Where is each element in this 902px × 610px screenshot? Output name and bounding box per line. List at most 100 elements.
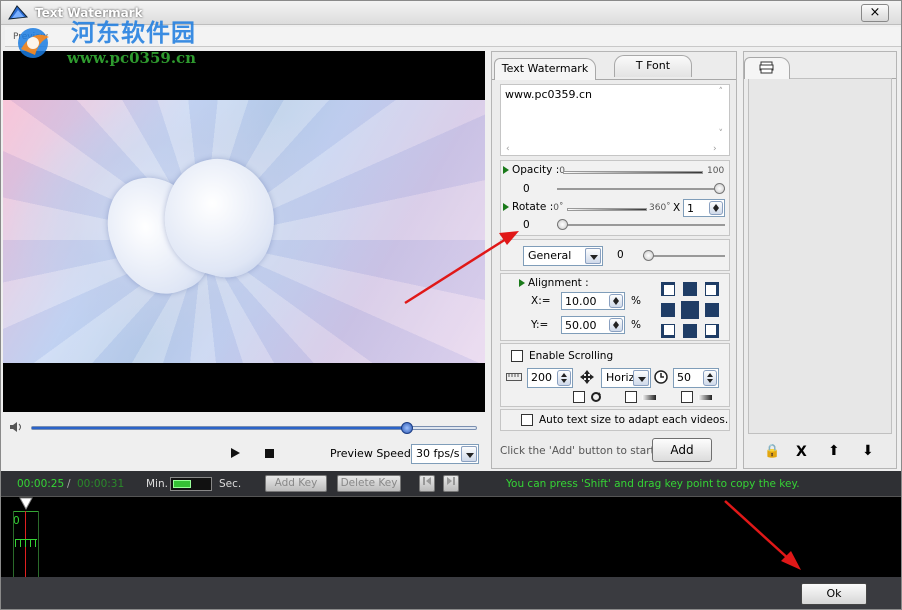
loop-checkbox[interactable] xyxy=(573,391,585,403)
watermark-list[interactable] xyxy=(748,78,892,434)
opacity-slider-thumb[interactable] xyxy=(714,183,725,194)
timeline-toolbar: 00:00:25 / 00:00:31 Min. Sec. Add Key De… xyxy=(1,471,901,497)
rotate-slider-thumb[interactable] xyxy=(557,219,568,230)
track-edge-left xyxy=(13,511,14,577)
rotate-label-text: Rotate xyxy=(512,201,547,213)
fade-right-icon xyxy=(698,395,712,400)
rotate-multiplier-sign: X xyxy=(673,202,681,214)
stepper-arrows-icon[interactable] xyxy=(609,294,623,308)
effect-slider[interactable] xyxy=(643,255,725,257)
lock-icon[interactable]: 🔒 xyxy=(764,444,780,459)
scroll-down-icon[interactable]: ˅ xyxy=(719,129,724,139)
align-x-label: X:= xyxy=(531,295,551,307)
effect-select[interactable]: General xyxy=(523,246,603,266)
stepper-arrows-icon[interactable] xyxy=(609,318,623,332)
rotate-multiplier-stepper[interactable]: 1 xyxy=(683,199,725,217)
rotate-slider[interactable] xyxy=(557,224,725,226)
effect-select-value: General xyxy=(528,249,572,262)
text-watermark-window: Text Watermark × Preview Preview Speed: … xyxy=(0,0,902,610)
opacity-label-text: Opacity xyxy=(512,164,553,176)
scroll-right-icon[interactable]: › xyxy=(713,144,717,154)
volume-icon[interactable] xyxy=(9,421,23,433)
stepper-arrows-icon[interactable] xyxy=(557,370,571,386)
seek-thumb[interactable] xyxy=(400,422,413,434)
move-up-icon[interactable]: ⬆ xyxy=(828,443,840,459)
watermark-list-panel: 🔒 X ⬆ ⬇ xyxy=(743,51,897,469)
add-key-button[interactable]: Add Key xyxy=(265,475,327,492)
prev-key-icon[interactable] xyxy=(419,475,435,492)
opacity-slider[interactable] xyxy=(557,188,725,190)
ok-button[interactable]: Ok xyxy=(801,583,867,605)
align-top-left-icon[interactable] xyxy=(661,282,675,296)
watermark-text-input[interactable]: www.pc0359.cn ‹ › ˄ ˅ xyxy=(500,84,730,156)
chevron-down-icon[interactable] xyxy=(585,248,601,264)
preview-speed-label: Preview Speed: xyxy=(330,447,415,460)
video-frame-image xyxy=(3,100,485,363)
playhead-marker[interactable] xyxy=(19,497,33,511)
rotate-multiplier-value: 1 xyxy=(687,202,694,215)
alignment-section: Alignment : X:= 10.00 % Y:= 50.00 % xyxy=(500,273,730,341)
add-hint: Click the 'Add' button to start -> xyxy=(500,445,671,457)
zoom-slider[interactable] xyxy=(170,477,212,491)
scroll-speed-stepper[interactable]: 50 xyxy=(673,368,719,388)
close-button[interactable]: × xyxy=(861,4,889,22)
stepper-arrows-icon[interactable] xyxy=(703,370,717,386)
next-key-icon[interactable] xyxy=(443,475,459,492)
expand-arrow-icon xyxy=(503,203,509,211)
keyframe-timeline[interactable]: 00:00:25 / 00:00:31 Min. Sec. Add Key De… xyxy=(1,471,901,577)
align-bottom-center-icon[interactable] xyxy=(683,324,697,338)
move-down-icon[interactable]: ⬇ xyxy=(862,443,874,459)
stop-icon[interactable] xyxy=(265,449,274,458)
align-x-stepper[interactable]: 10.00 xyxy=(561,292,625,310)
enable-scrolling-checkbox[interactable] xyxy=(511,350,523,362)
play-icon[interactable] xyxy=(231,448,240,458)
video-preview[interactable] xyxy=(3,51,485,412)
clock-icon xyxy=(654,370,668,384)
align-middle-left-icon[interactable] xyxy=(661,303,675,317)
preview-speed-select[interactable]: 30 fps/s xyxy=(411,444,479,464)
zoom-slider-fill xyxy=(173,480,191,488)
total-time: 00:00:31 xyxy=(77,478,125,490)
add-button[interactable]: Add xyxy=(652,438,712,462)
effect-slider-thumb[interactable] xyxy=(643,250,654,261)
chevron-down-icon[interactable] xyxy=(461,446,477,462)
chevron-down-icon[interactable] xyxy=(633,370,649,386)
seek-fill xyxy=(32,427,407,429)
delete-key-button[interactable]: Delete Key xyxy=(337,475,401,492)
scroll-left-icon[interactable]: ‹ xyxy=(506,144,510,154)
delete-icon[interactable]: X xyxy=(796,444,807,460)
seek-slider[interactable] xyxy=(31,422,477,434)
align-bottom-right-icon[interactable] xyxy=(705,324,719,338)
alignment-grid xyxy=(661,282,719,338)
tab-list[interactable] xyxy=(744,57,790,79)
scroll-direction-select[interactable]: Horiz xyxy=(601,368,651,388)
auto-size-checkbox[interactable] xyxy=(521,414,533,426)
rotate-min: 0˚ xyxy=(553,203,564,213)
preview-speed-value: 30 fps/s xyxy=(416,447,460,460)
fade-left-icon xyxy=(642,395,656,400)
current-time: 00:00:25 xyxy=(17,478,65,490)
align-top-right-icon[interactable] xyxy=(705,282,719,296)
track-edge-right xyxy=(38,511,39,577)
scroll-distance-stepper[interactable]: 200 xyxy=(527,368,573,388)
tab-font[interactable]: T Font xyxy=(614,55,692,77)
time-separator: / xyxy=(67,478,71,490)
sec-label: Sec. xyxy=(219,478,242,490)
tab-text-watermark[interactable]: Text Watermark xyxy=(494,58,596,80)
align-middle-right-icon[interactable] xyxy=(705,303,719,317)
watermark-text-value[interactable]: www.pc0359.cn xyxy=(505,88,592,101)
scroll-up-icon[interactable]: ˄ xyxy=(719,87,724,97)
next-key-glyph xyxy=(447,477,455,485)
align-y-stepper[interactable]: 50.00 xyxy=(561,316,625,334)
align-bottom-left-icon[interactable] xyxy=(661,324,675,338)
ruler-icon xyxy=(506,373,522,381)
fade-right-checkbox[interactable] xyxy=(681,391,693,403)
align-center-icon[interactable] xyxy=(681,301,699,319)
align-top-center-icon[interactable] xyxy=(683,282,697,296)
player-controls: Preview Speed: 30 fps/s xyxy=(3,441,485,469)
align-y-value: 50.00 xyxy=(565,319,597,332)
fade-left-checkbox[interactable] xyxy=(625,391,637,403)
move-arrows-icon xyxy=(580,370,594,384)
stepper-arrows-icon[interactable] xyxy=(709,201,723,215)
align-x-unit: % xyxy=(631,295,641,307)
